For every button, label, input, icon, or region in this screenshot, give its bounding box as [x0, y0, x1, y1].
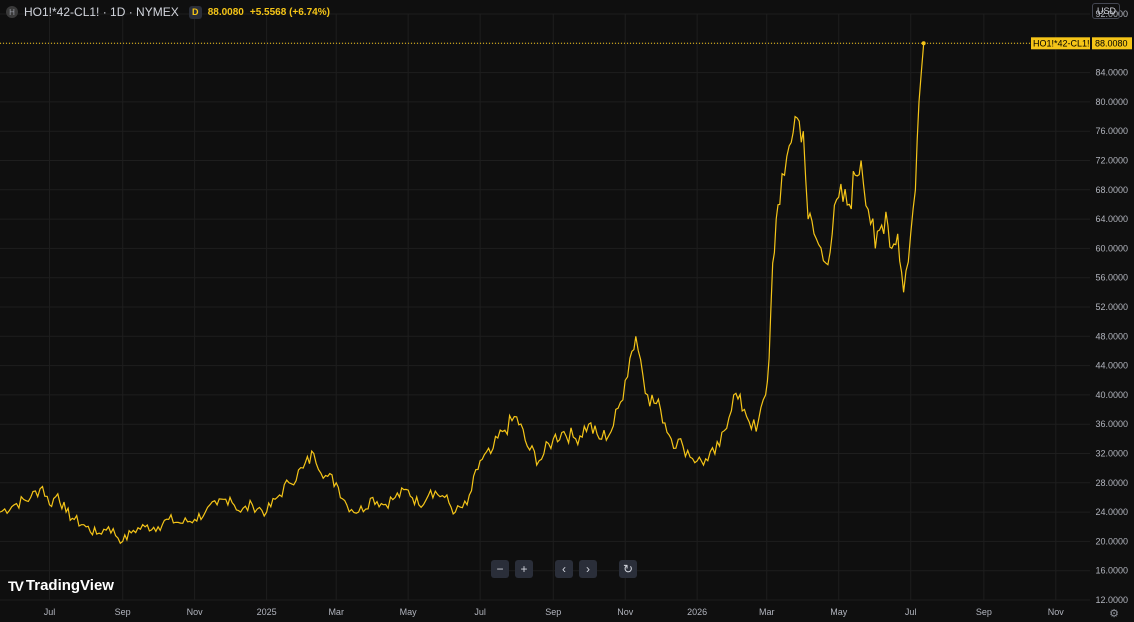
series-line [0, 43, 925, 545]
price-tick-label: 52.0000 [1095, 302, 1128, 312]
price-chart[interactable]: 12.0000 16.0000 20.0000 24.0000 28.0000 32.00… [0, 0, 1134, 622]
price-tick-label: 40.0000 [1095, 390, 1128, 400]
price-tick-label: 24.0000 [1095, 507, 1128, 517]
last-value: 88.0080 [207, 6, 244, 18]
settings-icon[interactable]: ⚙ [1108, 607, 1120, 620]
price-tick-label: 48.0000 [1095, 331, 1128, 341]
time-tick-label: Mar [759, 607, 775, 617]
price-tick-label: 84.0000 [1095, 68, 1128, 78]
zoom-out-button[interactable]: − [491, 560, 509, 578]
price-tick-label: 28.0000 [1095, 478, 1128, 488]
change-value: +5.5568 (+6.74%) [249, 6, 330, 18]
chart-grid [0, 13, 1090, 601]
time-axis: Jul Sep Nov 2025 Mar May Jul Sep Nov 2026 Mar May Ju… [44, 607, 1064, 617]
chart-legend: H HO1!*42-CL1! · 1D · NYMEX D 88.0080 +5… [6, 4, 330, 20]
time-tick-label: May [400, 607, 418, 617]
price-tick-label: 16.0000 [1095, 566, 1128, 576]
price-tick-label: 32.0000 [1095, 449, 1128, 459]
chart-title[interactable]: HO1!*42-CL1! · 1D · NYMEX [24, 5, 179, 19]
time-tick-label: May [830, 607, 848, 617]
last-price-label-group: HO1!*42-CL1! 88.0080 [1031, 37, 1132, 50]
tradingview-logo[interactable]: TV TradingView [8, 577, 114, 594]
time-tick-label: Sep [115, 607, 131, 617]
price-tick-label: 56.0000 [1095, 273, 1128, 283]
price-tick-label: 20.0000 [1095, 536, 1128, 546]
time-tick-label: 2025 [257, 607, 277, 617]
price-tick-label: 44.0000 [1095, 361, 1128, 371]
time-tick-label: Nov [187, 607, 204, 617]
price-label: 88.0080 [1095, 38, 1128, 48]
price-tick-label: 64.0000 [1095, 214, 1128, 224]
price-axis: 12.0000 16.0000 20.0000 24.0000 28.0000 32.00… [1095, 9, 1128, 605]
symbol-icon[interactable]: H [6, 6, 18, 18]
price-tick-label: 36.0000 [1095, 419, 1128, 429]
scroll-left-button[interactable]: ‹ [555, 560, 573, 578]
time-tick-label: Nov [617, 607, 634, 617]
time-tick-label: Nov [1048, 607, 1065, 617]
reset-chart-button[interactable]: ↻ [619, 560, 637, 578]
tradingview-logo-icon: TV [8, 577, 24, 594]
time-tick-label: Sep [976, 607, 992, 617]
price-tick-label: 72.0000 [1095, 156, 1128, 166]
time-tick-label: Jul [905, 607, 917, 617]
time-tick-label: Jul [44, 607, 56, 617]
tradingview-logo-text: TradingView [25, 577, 114, 594]
price-tick-label: 12.0000 [1095, 595, 1128, 605]
last-price-dot [921, 41, 926, 46]
chart-toolbar: − + ‹ › ↻ [491, 560, 637, 578]
scroll-right-button[interactable]: › [579, 560, 597, 578]
currency-button[interactable]: USD [1092, 3, 1120, 19]
interval-badge: D [188, 5, 202, 19]
zoom-in-button[interactable]: + [515, 560, 533, 578]
time-tick-label: Sep [545, 607, 561, 617]
symbol-label: HO1!*42-CL1! [1033, 38, 1090, 48]
time-tick-label: 2026 [687, 607, 707, 617]
time-tick-label: Mar [328, 607, 344, 617]
price-tick-label: 80.0000 [1095, 97, 1128, 107]
price-tick-label: 68.0000 [1095, 185, 1128, 195]
price-tick-label: 76.0000 [1095, 126, 1128, 136]
price-tick-label: 60.0000 [1095, 243, 1128, 253]
time-tick-label: Jul [474, 607, 486, 617]
